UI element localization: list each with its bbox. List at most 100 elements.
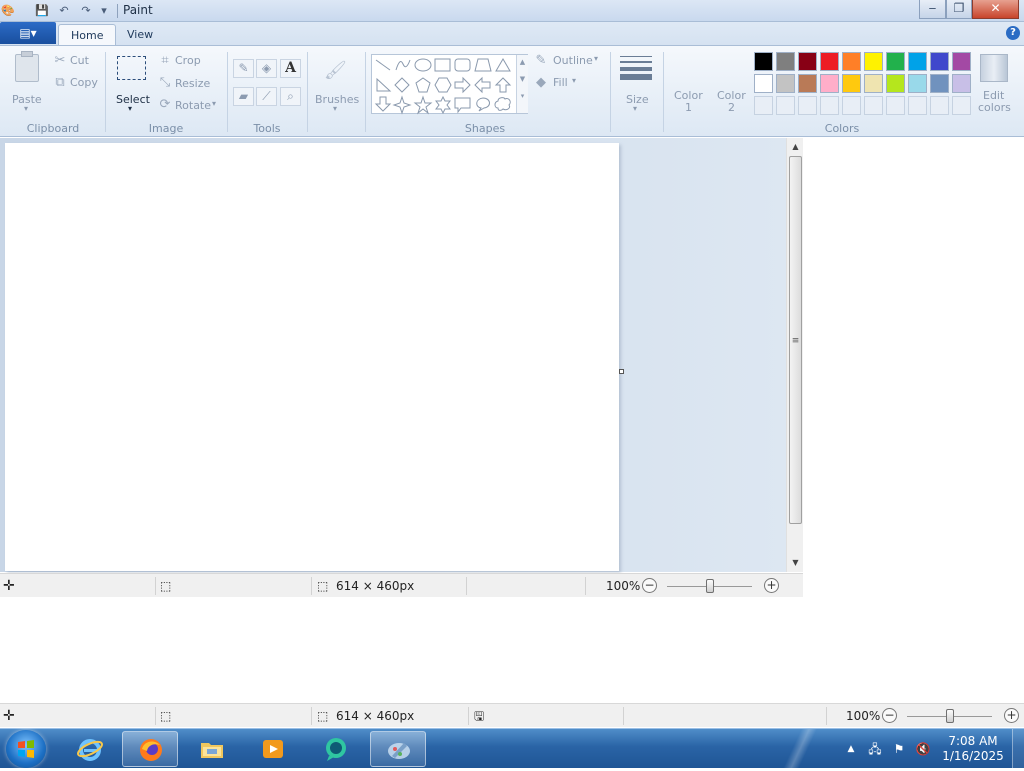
oval-shape-icon[interactable] bbox=[414, 58, 432, 72]
color-swatch[interactable] bbox=[776, 52, 795, 71]
paint-menu-button[interactable]: ▤▾ bbox=[0, 22, 56, 44]
rotate-dropdown-icon[interactable]: ▾ bbox=[212, 99, 216, 108]
rounded-callout-shape-icon[interactable] bbox=[454, 97, 471, 114]
custom-color-slot[interactable] bbox=[842, 96, 861, 115]
custom-color-slot[interactable] bbox=[952, 96, 971, 115]
color-swatch[interactable] bbox=[930, 52, 949, 71]
cloud-callout-shape-icon[interactable] bbox=[494, 97, 511, 111]
color-swatch[interactable] bbox=[952, 52, 971, 71]
volume-muted-icon[interactable]: 🔇 bbox=[915, 741, 931, 757]
crop-button[interactable]: Crop bbox=[175, 54, 201, 67]
clock[interactable]: 7:08 AM 1/16/2025 bbox=[940, 734, 1006, 764]
color-swatch[interactable] bbox=[886, 52, 905, 71]
close-button[interactable]: ✕ bbox=[972, 0, 1019, 19]
custom-color-slot[interactable] bbox=[864, 96, 883, 115]
drawing-canvas[interactable] bbox=[5, 143, 619, 571]
left-arrow-shape-icon[interactable] bbox=[474, 76, 491, 94]
redo-icon[interactable]: ↷ bbox=[78, 3, 94, 19]
color-swatch[interactable] bbox=[798, 52, 817, 71]
color-swatch[interactable] bbox=[930, 74, 949, 93]
color-swatch[interactable] bbox=[820, 52, 839, 71]
shapes-scroll-up-icon[interactable]: ▲ bbox=[517, 58, 528, 66]
rectangle-shape-icon[interactable] bbox=[434, 58, 451, 72]
zoom-slider-thumb[interactable] bbox=[705, 579, 714, 593]
minimize-button[interactable]: ‒ bbox=[919, 0, 946, 19]
text-tool-icon[interactable]: A bbox=[280, 59, 301, 78]
scroll-down-arrow-icon[interactable]: ▼ bbox=[789, 556, 802, 570]
color-picker-icon[interactable]: ⟋ bbox=[256, 87, 277, 106]
taskbar-internet-explorer[interactable] bbox=[62, 731, 118, 767]
magnifier-icon[interactable]: ⌕ bbox=[280, 87, 301, 106]
five-point-star-shape-icon[interactable] bbox=[413, 95, 433, 115]
taskbar-paint[interactable] bbox=[370, 731, 426, 767]
cut-button[interactable]: Cut bbox=[70, 54, 89, 67]
paste-dropdown-icon[interactable]: ▾ bbox=[24, 104, 28, 113]
right-arrow-shape-icon[interactable] bbox=[454, 76, 471, 94]
zoom-in-button[interactable]: + bbox=[764, 578, 779, 593]
action-center-flag-icon[interactable]: ⚑ bbox=[891, 741, 907, 757]
hexagon-shape-icon[interactable] bbox=[434, 77, 452, 93]
undo-icon[interactable]: ↶ bbox=[56, 3, 72, 19]
color-swatch[interactable] bbox=[754, 52, 773, 71]
start-button[interactable] bbox=[6, 730, 46, 768]
maximize-button[interactable]: ❐ bbox=[946, 0, 972, 19]
save-icon[interactable]: 💾 bbox=[34, 3, 50, 19]
up-arrow-shape-icon[interactable] bbox=[494, 77, 512, 93]
custom-color-slot[interactable] bbox=[820, 96, 839, 115]
size-button[interactable]: Size ▾ bbox=[616, 50, 656, 114]
custom-color-slot[interactable] bbox=[908, 96, 927, 115]
oval-callout-shape-icon[interactable] bbox=[476, 97, 490, 112]
custom-color-slot[interactable] bbox=[798, 96, 817, 115]
paint-app-icon[interactable]: 🎨 bbox=[0, 3, 16, 19]
paste-button[interactable]: Paste ▾ bbox=[8, 50, 46, 114]
pentagon-shape-icon[interactable] bbox=[415, 77, 431, 93]
color-swatch[interactable] bbox=[864, 74, 883, 93]
resize-button[interactable]: Resize bbox=[175, 77, 210, 90]
color-swatch[interactable] bbox=[798, 74, 817, 93]
taskbar-file-explorer[interactable] bbox=[184, 731, 240, 767]
color-swatch[interactable] bbox=[908, 74, 927, 93]
color-swatch[interactable] bbox=[776, 74, 795, 93]
color-swatch[interactable] bbox=[820, 74, 839, 93]
show-desktop-button[interactable] bbox=[1012, 729, 1024, 769]
color-swatch[interactable] bbox=[908, 52, 927, 71]
color-swatch[interactable] bbox=[842, 52, 861, 71]
custom-color-slot[interactable] bbox=[754, 96, 773, 115]
shapes-scroll[interactable]: ▲ ▼ ▾ bbox=[516, 55, 528, 113]
brushes-button[interactable]: 🖌 Brushes ▾ bbox=[312, 50, 360, 114]
color2-button[interactable]: Color 2 bbox=[713, 50, 751, 116]
zoom-in-button[interactable]: + bbox=[1004, 708, 1019, 723]
color-swatch[interactable] bbox=[864, 52, 883, 71]
tab-home[interactable]: Home bbox=[58, 24, 117, 45]
curve-shape-icon[interactable] bbox=[395, 59, 411, 71]
custom-color-slot[interactable] bbox=[886, 96, 905, 115]
four-point-star-shape-icon[interactable] bbox=[392, 95, 412, 115]
shapes-scroll-down-icon[interactable]: ▼ bbox=[517, 75, 528, 83]
color-swatch[interactable] bbox=[952, 74, 971, 93]
shapes-expand-icon[interactable]: ▾ bbox=[517, 92, 528, 100]
show-hidden-icons-icon[interactable]: ▲ bbox=[843, 741, 859, 757]
edit-colors-button[interactable]: Edit colors bbox=[976, 50, 1014, 116]
vertical-scrollbar[interactable]: ▲ ≡ ▼ bbox=[786, 138, 803, 572]
zoom-out-button[interactable]: − bbox=[642, 578, 657, 593]
tab-view[interactable]: View bbox=[115, 24, 165, 45]
select-button[interactable]: Select ▾ bbox=[112, 50, 152, 114]
custom-color-slot[interactable] bbox=[776, 96, 795, 115]
fill-dropdown-icon[interactable]: ▾ bbox=[572, 76, 576, 85]
scroll-thumb[interactable]: ≡ bbox=[789, 156, 802, 524]
network-icon[interactable]: 🖧 bbox=[867, 741, 883, 757]
right-triangle-shape-icon[interactable] bbox=[376, 77, 392, 92]
pencil-icon[interactable]: ✎ bbox=[233, 59, 254, 78]
rotate-button[interactable]: Rotate bbox=[175, 99, 211, 112]
scroll-up-arrow-icon[interactable]: ▲ bbox=[789, 140, 802, 154]
fill-bucket-icon[interactable]: ◈ bbox=[256, 59, 277, 78]
canvas-workspace[interactable] bbox=[0, 138, 786, 572]
color-swatch[interactable] bbox=[754, 74, 773, 93]
customize-quick-access-icon[interactable]: ▾ bbox=[96, 3, 112, 19]
six-point-star-shape-icon[interactable] bbox=[435, 95, 451, 115]
taskbar-media-player[interactable] bbox=[245, 731, 301, 767]
outline-button[interactable]: Outline bbox=[553, 54, 593, 67]
color1-button[interactable]: Color 1 bbox=[670, 50, 708, 116]
color-swatch[interactable] bbox=[886, 74, 905, 93]
taskbar-firefox[interactable] bbox=[122, 731, 178, 767]
